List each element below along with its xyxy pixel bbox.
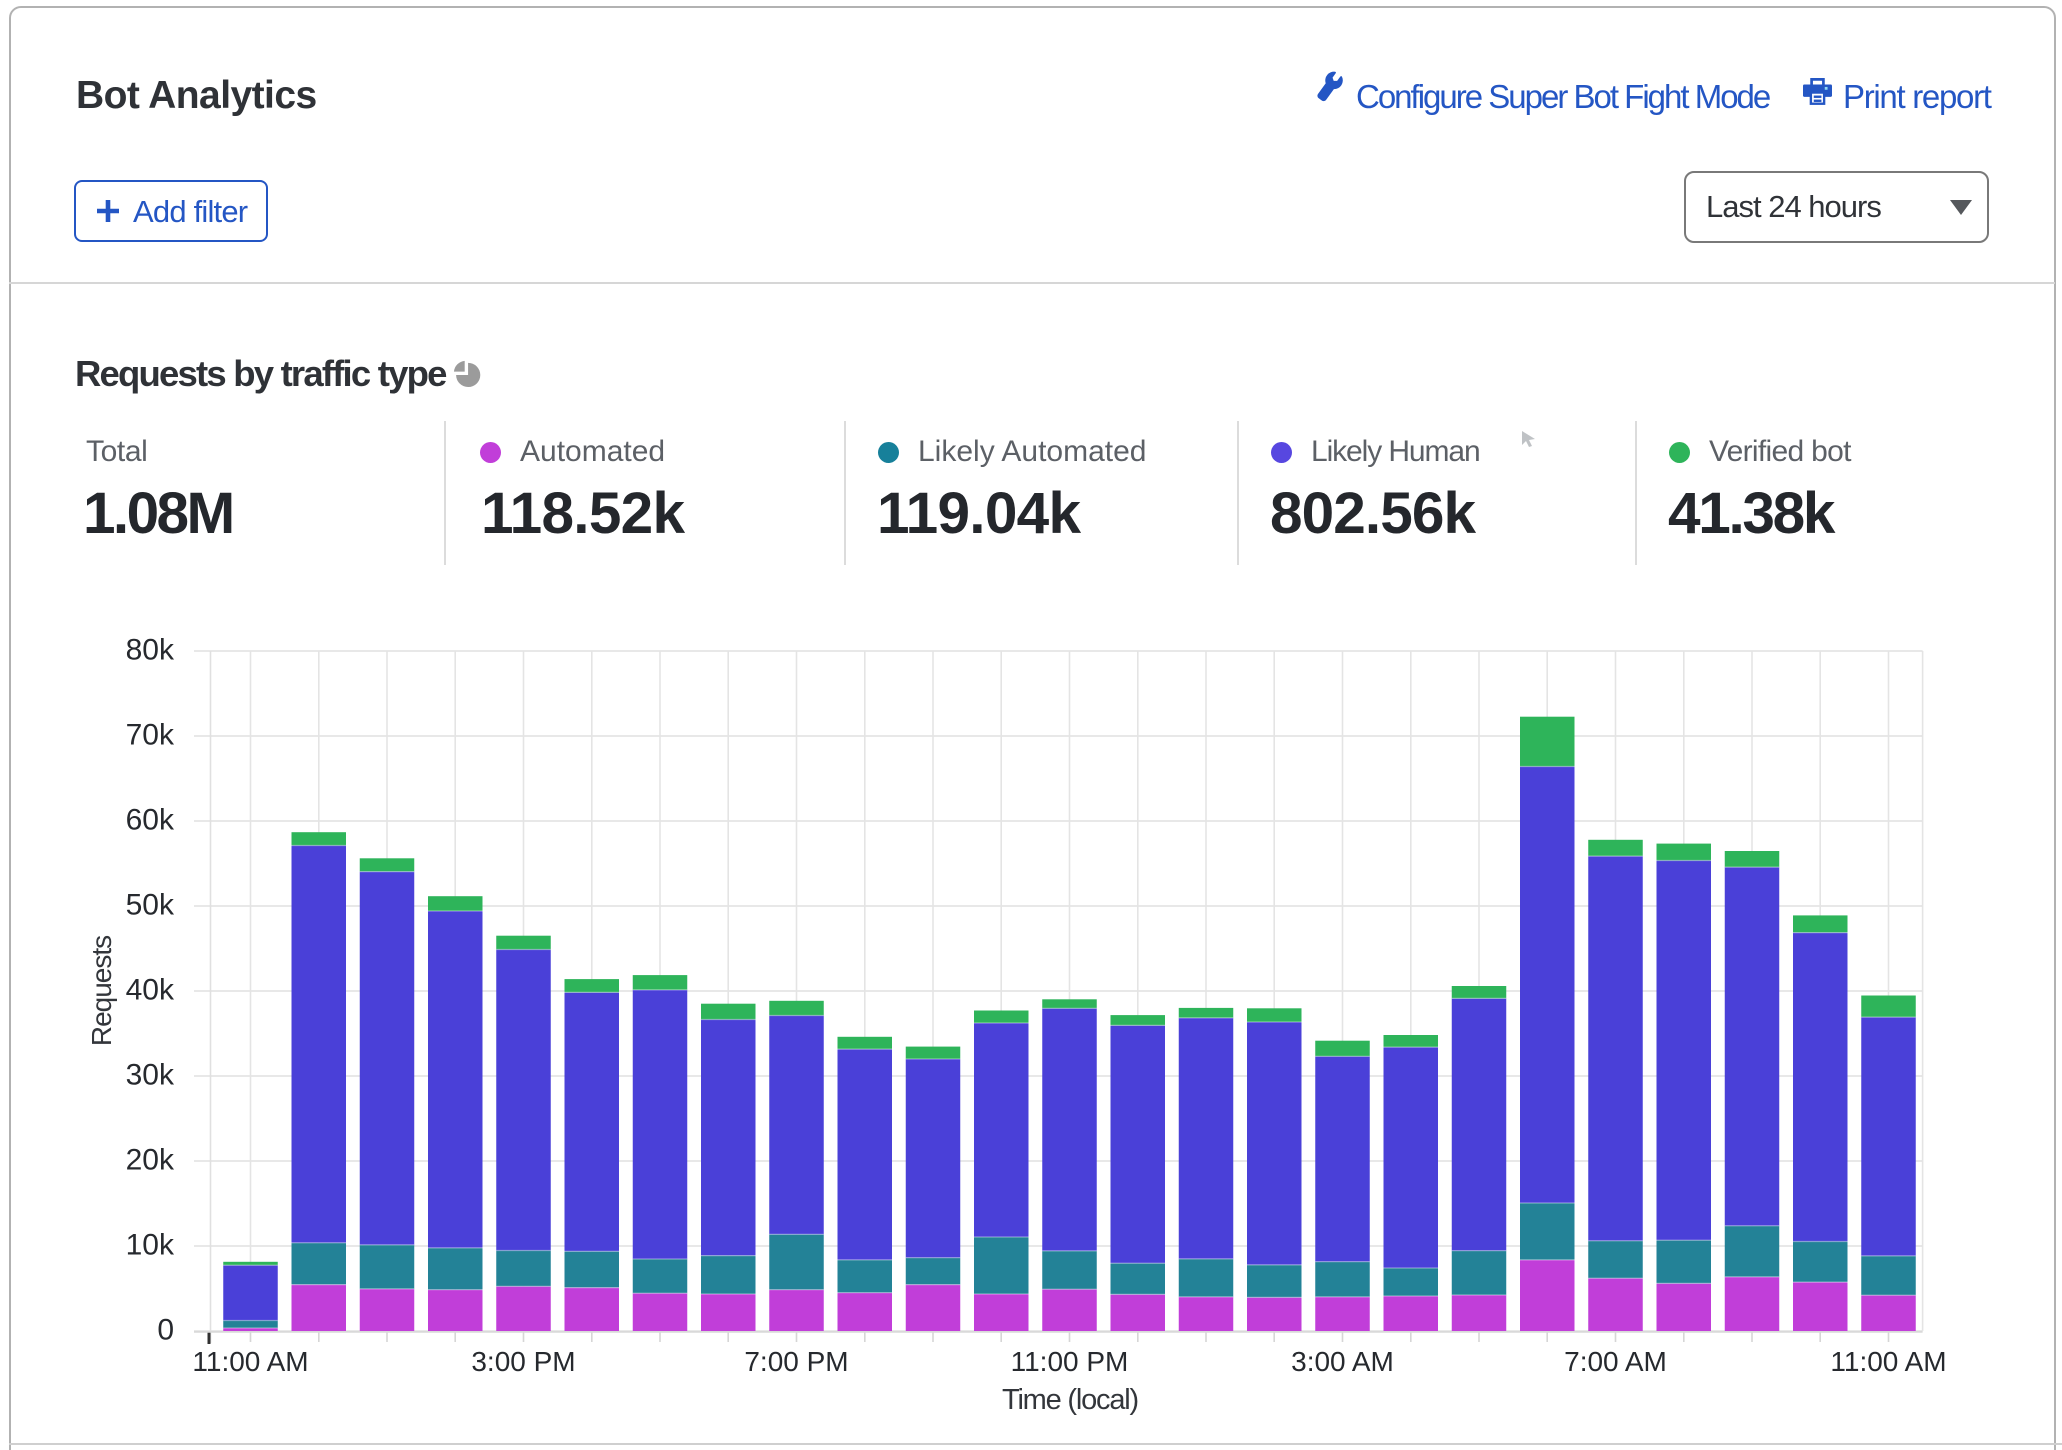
- svg-text:20k: 20k: [126, 1144, 175, 1177]
- svg-text:30k: 30k: [126, 1059, 175, 1092]
- svg-text:Requests: Requests: [86, 936, 117, 1046]
- svg-text:7:00 AM: 7:00 AM: [1564, 1346, 1667, 1377]
- svg-text:10k: 10k: [126, 1229, 175, 1262]
- svg-text:40k: 40k: [126, 974, 175, 1007]
- svg-text:3:00 PM: 3:00 PM: [471, 1346, 575, 1377]
- svg-text:11:00 AM: 11:00 AM: [1830, 1346, 1946, 1377]
- svg-text:0: 0: [157, 1314, 174, 1347]
- svg-text:11:00 PM: 11:00 PM: [1011, 1346, 1129, 1377]
- svg-text:70k: 70k: [126, 719, 175, 752]
- svg-text:7:00 PM: 7:00 PM: [744, 1346, 848, 1377]
- svg-text:11:00 AM: 11:00 AM: [192, 1346, 308, 1377]
- svg-text:50k: 50k: [126, 889, 175, 922]
- svg-text:60k: 60k: [126, 804, 175, 837]
- svg-text:3:00 AM: 3:00 AM: [1291, 1346, 1394, 1377]
- svg-text:Time (local): Time (local): [1002, 1384, 1138, 1416]
- svg-text:80k: 80k: [126, 634, 175, 667]
